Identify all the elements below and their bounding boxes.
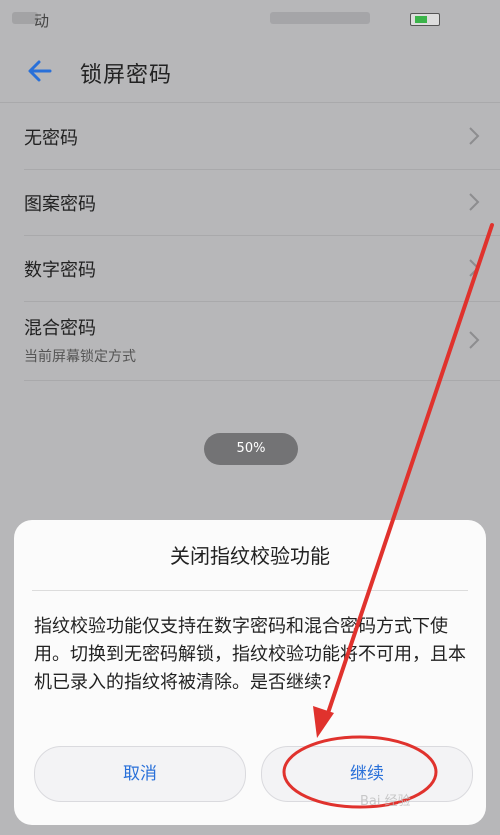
chevron-right-icon	[469, 127, 480, 145]
option-mixed-password[interactable]: 混合密码 当前屏幕锁定方式	[24, 302, 500, 381]
status-blur	[270, 12, 370, 24]
battery-icon	[410, 13, 440, 26]
page-title: 锁屏密码	[80, 63, 173, 88]
option-no-password[interactable]: 无密码	[24, 104, 500, 170]
cancel-button[interactable]: 取消	[34, 746, 246, 802]
progress-toast: 50%	[204, 433, 298, 465]
dialog-divider	[32, 590, 468, 591]
dialog-message: 指纹校验功能仅支持在数字密码和混合密码方式下使用。切换到无密码解锁，指纹校验功能…	[34, 616, 466, 693]
chevron-right-icon	[469, 193, 480, 211]
option-pin-password[interactable]: 数字密码	[24, 236, 500, 302]
chevron-right-icon	[469, 259, 480, 277]
status-bar: 动	[0, 0, 500, 40]
option-label: 图案密码	[24, 194, 96, 215]
status-carrier-text: 动	[34, 12, 50, 30]
dialog-title: 关闭指纹校验功能	[170, 544, 330, 568]
lock-options-list: 无密码 图案密码 数字密码 混合密码 当前屏幕锁定方式	[0, 104, 500, 381]
option-current-method-note: 当前屏幕锁定方式	[24, 349, 136, 365]
option-pattern-password[interactable]: 图案密码	[24, 170, 500, 236]
arrow-left-icon[interactable]	[24, 55, 56, 87]
option-label: 无密码	[24, 128, 78, 149]
watermark: Bai 经验	[360, 794, 411, 809]
confirm-dialog: 关闭指纹校验功能 指纹校验功能仅支持在数字密码和混合密码方式下使用。切换到无密码…	[14, 520, 486, 825]
chevron-right-icon	[469, 331, 480, 349]
app-bar: 锁屏密码	[0, 40, 500, 103]
option-label: 数字密码	[24, 260, 96, 281]
option-label: 混合密码	[24, 318, 96, 339]
